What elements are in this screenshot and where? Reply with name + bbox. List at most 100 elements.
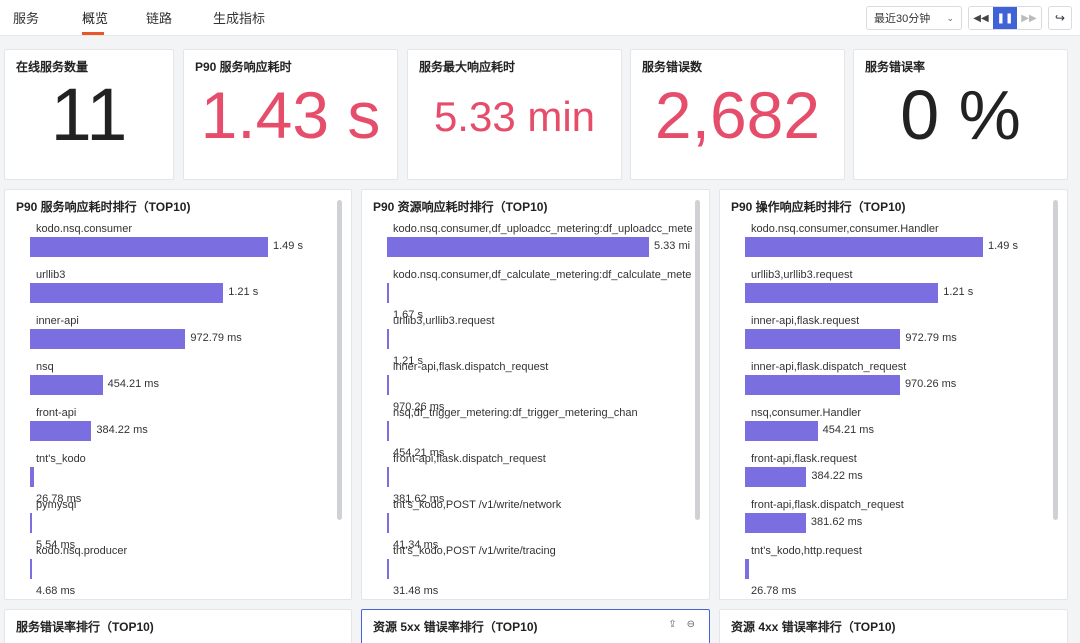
- stat-value: 2,682: [654, 78, 821, 152]
- rank-bar: [30, 513, 32, 533]
- top-nav: 服务 概览 链路 生成指标 最近30分钟 ⌄ ◀◀ ❚❚ ▶▶ ↪: [0, 0, 1080, 36]
- panel-resource-5xx-rank[interactable]: 资源 5xx 错误率排行（TOP10) ⇪ ⊖: [361, 609, 710, 643]
- rank-bar: [387, 237, 649, 257]
- rank-value: 5.33 mi: [654, 240, 691, 252]
- rank-value: 381.62 ms: [810, 516, 863, 528]
- rank-bar: [30, 237, 268, 257]
- rank-bar: [30, 375, 103, 395]
- rank-label: front-api,flask.dispatch_request: [751, 499, 904, 511]
- rank-bar: [30, 283, 224, 303]
- rank-bar: [387, 421, 389, 441]
- stat-title: P90 服务响应耗时: [195, 60, 292, 74]
- tab-service[interactable]: 服务: [13, 8, 39, 27]
- rank-value: 1.49 s: [988, 240, 1018, 252]
- rank-value: 972.79 ms: [190, 332, 242, 344]
- rank-value: 31.48 ms: [393, 585, 439, 597]
- stat-value: 11: [50, 73, 128, 156]
- rank-value: 1.49 s: [273, 240, 303, 252]
- stat-card-error-rate: 服务错误率 0 %: [853, 49, 1068, 180]
- rank-value: 454.21 ms: [822, 424, 874, 436]
- rank-label: inner-api,flask.request: [751, 315, 860, 327]
- rank-bar: [387, 467, 389, 487]
- rank-bar: [745, 513, 806, 533]
- zoom-out-icon[interactable]: ⊖: [687, 619, 695, 630]
- scrollbar[interactable]: [1053, 200, 1058, 520]
- panel-service-response-rank: P90 服务响应耗时排行（TOP10) kodo.nsq.consumer 1.4…: [4, 189, 352, 600]
- rank-bar: [387, 329, 389, 349]
- rank-value: 454.21 ms: [107, 378, 159, 390]
- rank-label: urllib3,urllib3.request: [751, 269, 853, 281]
- stat-card-max-response: 服务最大响应耗时 5.33 min: [407, 49, 622, 180]
- rank-label: urllib3: [36, 269, 66, 281]
- rank-bar: [387, 513, 389, 533]
- rank-value: 4.68 ms: [36, 585, 76, 597]
- rank-value: 1.21 s: [943, 286, 974, 298]
- rank-label: kodo.nsq.consumer,consumer.Handler: [751, 223, 939, 235]
- stat-card-online-services: 在线服务数量 11: [4, 49, 174, 180]
- playback-controls: ◀◀ ❚❚ ▶▶: [968, 6, 1042, 30]
- export-icon[interactable]: ⇪: [668, 619, 676, 630]
- stat-value: 5.33 min: [433, 93, 596, 140]
- chevron-down-icon: ⌄: [946, 12, 954, 23]
- rank-bar: [745, 375, 900, 395]
- stat-title: 服务最大响应耗时: [419, 60, 516, 74]
- rank-bar: [387, 559, 389, 579]
- rank-label: inner-api: [36, 315, 79, 327]
- rank-label: kodo.nsq.consumer: [36, 223, 132, 235]
- share-icon[interactable]: ↪: [1048, 6, 1072, 30]
- rank-label: nsq,consumer.Handler: [751, 407, 862, 419]
- rank-bar: [745, 329, 901, 349]
- tab-generate-metrics[interactable]: 生成指标: [213, 8, 265, 27]
- rank-label: front-api: [36, 407, 77, 419]
- panel-title: 服务错误率排行（TOP10): [16, 620, 154, 634]
- rank-value: 972.79 ms: [905, 332, 957, 344]
- stat-title: 服务错误率: [865, 60, 926, 74]
- stat-card-p90-response: P90 服务响应耗时 1.43 s: [183, 49, 398, 180]
- rank-value: 1.21 s: [228, 286, 259, 298]
- rank-label: kodo.nsq.consumer,df_uploadcc_metering:d…: [393, 223, 693, 235]
- rank-value: 384.22 ms: [96, 424, 148, 436]
- scrollbar[interactable]: [695, 200, 700, 520]
- rank-label: tnt's_kodo,POST /v1/write/tracing: [393, 545, 556, 557]
- rank-bar: [30, 329, 186, 349]
- stat-title: 服务错误数: [642, 60, 703, 74]
- tab-overview[interactable]: 概览: [82, 8, 108, 27]
- rank-bar: [745, 237, 983, 257]
- time-range-select[interactable]: 最近30分钟 ⌄: [866, 6, 962, 30]
- toolbar-controls: 最近30分钟 ⌄ ◀◀ ❚❚ ▶▶ ↪: [866, 5, 1072, 31]
- rank-label: inner-api,flask.dispatch_request: [751, 361, 907, 373]
- rank-value: 26.78 ms: [751, 585, 797, 597]
- panel-title: 资源 5xx 错误率排行（TOP10): [373, 620, 538, 634]
- rank-label: tnt's_kodo,POST /v1/write/network: [393, 499, 562, 511]
- panel-service-error-rank: 服务错误率排行（TOP10): [4, 609, 352, 643]
- stat-value: 0 %: [900, 76, 1021, 154]
- rank-label: kodo.nsq.consumer,df_calculate_metering:…: [393, 269, 692, 281]
- panel-actions: ⇪ ⊖: [668, 619, 695, 630]
- rank-label: front-api,flask.request: [751, 453, 857, 465]
- rewind-icon[interactable]: ◀◀: [969, 7, 993, 29]
- active-tab-indicator: [82, 32, 104, 35]
- rank-value: 384.22 ms: [811, 470, 863, 482]
- rank-bar: [745, 421, 818, 441]
- rank-label: front-api,flask.dispatch_request: [393, 453, 546, 465]
- rank-value: 970.26 ms: [904, 378, 957, 390]
- rank-label: tnt's_kodo,http.request: [751, 545, 862, 557]
- stat-value: 1.43 s: [200, 78, 381, 152]
- rank-list: kodo.nsq.consumer,consumer.Handler 1.49 s…: [720, 190, 1067, 599]
- time-range-value: 最近30分钟: [874, 13, 931, 25]
- forward-icon[interactable]: ▶▶: [1017, 7, 1041, 29]
- rank-label: nsq: [36, 361, 54, 373]
- rank-bar: [745, 283, 939, 303]
- pause-icon[interactable]: ❚❚: [993, 7, 1017, 29]
- panel-resource-4xx-rank: 资源 4xx 错误率排行（TOP10): [719, 609, 1068, 643]
- rank-bar: [30, 467, 35, 487]
- rank-list: kodo.nsq.consumer 1.49 s urllib3 1.21 s inne…: [5, 190, 351, 599]
- panel-operation-response-rank: P90 操作响应耗时排行（TOP10) kodo.nsq.consumer,co…: [719, 189, 1068, 600]
- rank-label: inner-api,flask.dispatch_request: [393, 361, 549, 373]
- rank-label: nsq,df_trigger_metering:df_trigger_meter…: [393, 407, 638, 419]
- rank-bar: [745, 467, 807, 487]
- rank-list: kodo.nsq.consumer,df_uploadcc_metering:d…: [362, 190, 709, 599]
- panel-title: 资源 4xx 错误率排行（TOP10): [731, 620, 896, 634]
- scrollbar[interactable]: [337, 200, 342, 520]
- tab-trace[interactable]: 链路: [146, 8, 172, 27]
